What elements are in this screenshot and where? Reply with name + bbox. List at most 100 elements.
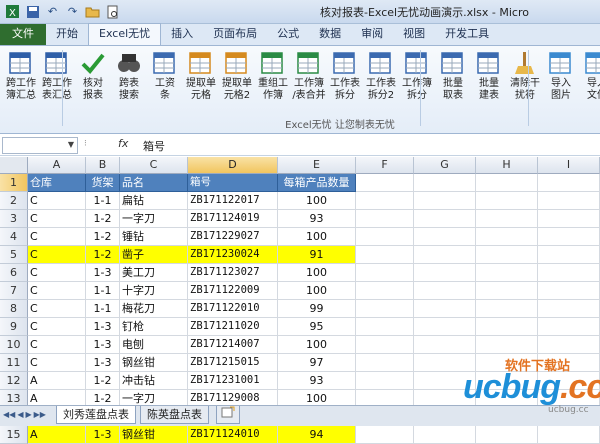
table-cell[interactable] [414, 336, 476, 354]
table-cell[interactable]: 97 [278, 354, 356, 372]
row-header[interactable]: 15 [0, 426, 28, 444]
table-cell[interactable]: 1-2 [86, 210, 120, 228]
table-cell[interactable]: A [28, 372, 86, 390]
column-header-A[interactable]: A [28, 157, 86, 174]
table-cell[interactable]: 1-2 [86, 246, 120, 264]
tab-3[interactable]: 插入 [161, 24, 203, 45]
header-cell[interactable] [414, 174, 476, 192]
ribbon-button-7[interactable]: 重组工 作簿 [255, 48, 291, 112]
table-cell[interactable]: 93 [278, 372, 356, 390]
table-cell[interactable]: 1-2 [86, 228, 120, 246]
table-cell[interactable]: C [28, 210, 86, 228]
insert-function-button[interactable]: fx [118, 137, 128, 150]
name-box[interactable]: ▼ [2, 137, 78, 154]
next-sheet-icon[interactable]: ▶ [25, 410, 31, 419]
table-cell[interactable] [414, 282, 476, 300]
table-cell[interactable] [538, 228, 600, 246]
table-cell[interactable] [414, 426, 476, 444]
table-cell[interactable] [356, 318, 414, 336]
table-cell[interactable]: ZB171229027 [188, 228, 278, 246]
column-header-I[interactable]: I [538, 157, 600, 174]
tab-7[interactable]: 审阅 [351, 24, 393, 45]
row-header[interactable]: 7 [0, 282, 28, 300]
table-cell[interactable]: 锤钻 [120, 228, 188, 246]
table-cell[interactable]: ZB171124010 [188, 426, 278, 444]
table-cell[interactable]: 1-2 [86, 372, 120, 390]
table-cell[interactable] [414, 246, 476, 264]
table-cell[interactable] [356, 228, 414, 246]
table-cell[interactable]: 梅花刀 [120, 300, 188, 318]
header-cell[interactable]: 箱号 [188, 174, 278, 192]
table-cell[interactable] [476, 228, 538, 246]
table-cell[interactable]: 100 [278, 228, 356, 246]
ribbon-button-15[interactable]: 导入 图片 [543, 48, 579, 112]
table-cell[interactable] [356, 336, 414, 354]
table-cell[interactable]: 1-1 [86, 192, 120, 210]
header-cell[interactable] [476, 174, 538, 192]
row-header[interactable]: 6 [0, 264, 28, 282]
tab-5[interactable]: 公式 [267, 24, 309, 45]
table-cell[interactable] [476, 246, 538, 264]
tab-1[interactable]: 开始 [46, 24, 88, 45]
table-cell[interactable]: C [28, 336, 86, 354]
column-header-E[interactable]: E [278, 157, 356, 174]
table-cell[interactable]: ZB171123027 [188, 264, 278, 282]
table-cell[interactable]: ZB171122017 [188, 192, 278, 210]
row-header[interactable]: 9 [0, 318, 28, 336]
row-header[interactable]: 4 [0, 228, 28, 246]
table-cell[interactable] [538, 336, 600, 354]
ribbon-button-13[interactable]: 批量 建表 [471, 48, 507, 112]
table-cell[interactable]: 凿子 [120, 246, 188, 264]
table-cell[interactable]: 钢丝钳 [120, 426, 188, 444]
table-cell[interactable] [476, 318, 538, 336]
row-header[interactable]: 10 [0, 336, 28, 354]
tab-2[interactable]: Excel无忧 [88, 23, 162, 45]
header-cell[interactable] [538, 174, 600, 192]
header-cell[interactable] [356, 174, 414, 192]
table-cell[interactable] [538, 246, 600, 264]
table-cell[interactable]: ZB171230024 [188, 246, 278, 264]
table-cell[interactable]: 1-3 [86, 354, 120, 372]
table-cell[interactable]: 1-3 [86, 336, 120, 354]
table-cell[interactable]: 一字刀 [120, 210, 188, 228]
row-header[interactable]: 1 [0, 174, 28, 192]
formula-input[interactable]: 箱号 [143, 138, 165, 154]
last-sheet-icon[interactable]: ▶▶ [34, 410, 46, 419]
table-cell[interactable]: C [28, 318, 86, 336]
open-folder-icon[interactable] [84, 3, 101, 20]
column-header-G[interactable]: G [414, 157, 476, 174]
table-cell[interactable] [414, 318, 476, 336]
table-cell[interactable]: 95 [278, 318, 356, 336]
table-cell[interactable] [414, 264, 476, 282]
table-cell[interactable]: C [28, 228, 86, 246]
redo-icon[interactable]: ↷ [64, 3, 81, 20]
table-cell[interactable] [356, 372, 414, 390]
table-cell[interactable] [538, 210, 600, 228]
table-cell[interactable]: 100 [278, 282, 356, 300]
save-icon[interactable] [24, 3, 41, 20]
table-cell[interactable] [356, 282, 414, 300]
print-preview-icon[interactable] [104, 3, 121, 20]
column-header-C[interactable]: C [120, 157, 188, 174]
table-cell[interactable]: C [28, 282, 86, 300]
table-cell[interactable] [538, 426, 600, 444]
column-header-H[interactable]: H [476, 157, 538, 174]
table-cell[interactable] [538, 318, 600, 336]
table-cell[interactable]: ZB171124019 [188, 210, 278, 228]
table-cell[interactable]: C [28, 300, 86, 318]
column-header-D[interactable]: D [188, 157, 278, 174]
chevron-down-icon[interactable]: ▼ [68, 140, 74, 149]
tab-8[interactable]: 视图 [393, 24, 435, 45]
table-cell[interactable] [356, 192, 414, 210]
table-cell[interactable] [476, 336, 538, 354]
sheet-tab-1[interactable]: 刘秀莲盘点表 [56, 406, 136, 424]
table-cell[interactable] [414, 300, 476, 318]
table-cell[interactable]: ZB171215015 [188, 354, 278, 372]
table-cell[interactable] [414, 228, 476, 246]
ribbon-button-11[interactable]: 工作簿 拆分 [399, 48, 435, 112]
table-cell[interactable]: ZB171214007 [188, 336, 278, 354]
ribbon-button-1[interactable]: 跨工作 表汇总 [39, 48, 75, 112]
ribbon-button-5[interactable]: 提取单 元格 [183, 48, 219, 112]
table-cell[interactable] [356, 246, 414, 264]
prev-sheet-icon[interactable]: ◀ [17, 410, 23, 419]
